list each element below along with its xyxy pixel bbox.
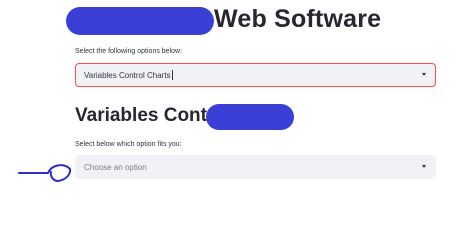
chart-type-select[interactable]: Variables Control Charts xyxy=(75,63,436,87)
redaction-mark-heading xyxy=(206,104,294,130)
chart-type-select-value: Variables Control Charts xyxy=(84,70,171,80)
hand-drawn-arrow-icon xyxy=(18,164,72,182)
text-cursor xyxy=(171,70,173,80)
redaction-mark-title xyxy=(66,7,214,35)
section-heading: Variables Contro xyxy=(75,105,226,126)
select-one-label: Select the following options below: xyxy=(75,48,183,55)
option-select-placeholder: Choose an option xyxy=(84,162,147,172)
option-select[interactable]: Choose an option xyxy=(75,155,436,179)
select-two-label: Select below which option fits you: xyxy=(75,141,182,148)
chevron-down-icon[interactable] xyxy=(422,165,426,168)
page-title: Web Software xyxy=(214,5,382,33)
chevron-down-icon[interactable] xyxy=(422,73,426,76)
